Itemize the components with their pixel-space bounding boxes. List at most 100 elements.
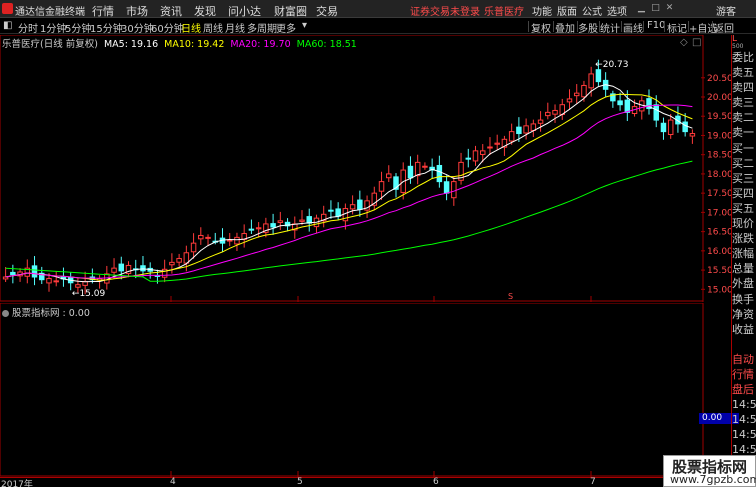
indicator-header: 股票指标网 : 0.00 [2, 305, 90, 319]
menu-item-trade[interactable]: 交易 [316, 3, 338, 19]
candle-up [414, 161, 421, 177]
menu-bar: 通达信金融终端 行情 市场 资讯 发现 问小达 财富圈 交易 证券交易未登录 乐… [0, 0, 756, 18]
sidebar-toggle-icon[interactable]: ◧ [3, 20, 12, 31]
close-icon[interactable]: ✕ [664, 3, 675, 14]
quote-row[interactable]: 行情 [732, 367, 756, 382]
price-chart[interactable]: ←20.73 ←15.09 S 乐普医疗(日线 前复权) MA5: 19.16 MA… [0, 34, 704, 302]
ma20-value: MA20: 19.70 [230, 39, 291, 50]
menu-item-wealth[interactable]: 财富圈 [274, 3, 307, 19]
quote-row: 外盘 [732, 277, 754, 291]
candle-down [465, 157, 472, 160]
candle-up [205, 236, 211, 239]
menu-item-quotes[interactable]: 行情 [92, 3, 114, 19]
menu-item-news[interactable]: 资讯 [160, 3, 182, 19]
menu-item-formula[interactable]: 公式 [582, 3, 602, 18]
quote-row: 买三 [732, 171, 754, 185]
tool-adjust[interactable]: 复权 [531, 20, 551, 35]
tool-mark[interactable]: 标记 [667, 20, 687, 35]
year-label: 2017年 [1, 480, 33, 487]
candle-down [118, 263, 125, 272]
app-logo-icon [2, 3, 13, 14]
ma60-line [5, 160, 693, 282]
date-axis: 2017年 4 5 6 7 [0, 477, 704, 487]
tool-f10[interactable]: F10 [647, 20, 665, 31]
quote-row [732, 337, 756, 352]
candle-up [422, 165, 428, 168]
period-60min[interactable]: 60分钟 [151, 20, 184, 35]
period-multi[interactable]: 多周期 [247, 20, 277, 35]
indicator-dot-icon[interactable] [2, 310, 9, 317]
candle-up [537, 119, 544, 124]
candle-up [508, 131, 515, 142]
candle-up [111, 267, 117, 273]
candle-up [190, 242, 197, 253]
quote-row[interactable]: 自动 [732, 352, 756, 367]
menu-item-market[interactable]: 市场 [126, 3, 148, 19]
period-15min[interactable]: 15分钟 [90, 20, 123, 35]
candle-up [472, 150, 479, 162]
candle-up [75, 284, 81, 288]
menu-item-ask[interactable]: 问小达 [228, 3, 261, 19]
y-tick-label: 19.00 [707, 131, 731, 141]
period-intraday[interactable]: 分时 [18, 20, 38, 35]
settings-icon[interactable]: ◇ [680, 37, 688, 48]
period-5min[interactable]: 5分钟 [65, 20, 91, 35]
y-tick-label: 20.00 [707, 93, 731, 103]
menu-item-discover[interactable]: 发现 [194, 3, 216, 19]
dropdown-arrow-icon[interactable]: ▾ [302, 20, 307, 31]
toolbar-divider [664, 21, 665, 32]
candle-up [234, 236, 240, 245]
tool-draw[interactable]: 画线 [623, 20, 643, 35]
period-30min[interactable]: 30分钟 [121, 20, 154, 35]
quote-row: 卖三 [732, 96, 754, 110]
candle-down [624, 99, 631, 113]
quote-row: 买四 [732, 186, 754, 200]
candle-up [479, 150, 486, 155]
menu-item-functions[interactable]: 功能 [532, 3, 552, 18]
y-tick-label: 16.50 [707, 228, 731, 238]
candle-up [226, 239, 233, 242]
quote-row: 现价 [732, 217, 754, 231]
period-monthly[interactable]: 月线 [225, 20, 245, 35]
indicator-panel[interactable]: 股票指标网 : 0.00 0.00 [0, 302, 739, 477]
period-weekly[interactable]: 周线 [203, 20, 223, 35]
quote-row: 换手 [732, 292, 754, 306]
toolbar-divider [712, 21, 713, 32]
quote-row: 14:50 [732, 398, 756, 412]
tool-stats[interactable]: 统计 [600, 20, 620, 35]
minimize-icon[interactable]: ▁ [636, 3, 647, 14]
month-label: 5 [297, 477, 303, 487]
indicator-label: 股票指标网 : 0.00 [12, 308, 90, 319]
candlestick-chart: ←20.73 ←15.09 S [0, 34, 704, 302]
guest-user[interactable]: 游客 [716, 3, 736, 18]
candle-up [588, 73, 594, 89]
login-notice[interactable]: 证券交易未登录 [410, 3, 480, 18]
menu-item-layout[interactable]: 版面 [557, 3, 577, 18]
candle-up [566, 98, 573, 103]
tool-overlay[interactable]: 叠加 [555, 20, 575, 35]
app-name: 通达信金融终端 [15, 7, 85, 18]
quote-row: 涨跌 [732, 232, 754, 246]
candle-down [335, 208, 341, 217]
ma5-value: MA5: 19.16 [103, 39, 159, 50]
quote-rows: 委比 卖五 卖四 卖三 卖二 卖一 买一 买二 买三 买四 买五 现价 涨跌 涨幅 总量 外盘 换手 净资 收益 自动… [732, 50, 756, 487]
candle-down [682, 121, 688, 133]
period-daily[interactable]: 日线 [181, 20, 201, 35]
period-more[interactable]: 更多 [276, 20, 296, 35]
candle-up [349, 204, 356, 210]
period-1min[interactable]: 1分钟 [40, 20, 66, 35]
tool-back[interactable]: 返回 [714, 20, 734, 35]
tool-multi-stock[interactable]: 多股 [578, 20, 598, 35]
ma20-line [5, 104, 693, 279]
y-tick-label: 15.00 [707, 285, 731, 295]
quote-row: 买一 [732, 141, 754, 155]
candle-up [2, 276, 9, 280]
candle-up [378, 181, 385, 192]
menu-item-options[interactable]: 选项 [607, 3, 627, 18]
maximize-icon[interactable]: □ [650, 3, 661, 14]
quote-row: 14:50 [732, 428, 756, 442]
indicator-frame [0, 302, 704, 477]
quote-row[interactable]: 盘后 [732, 382, 756, 397]
y-tick-label: 17.00 [707, 208, 731, 218]
quote-row: 总量 [732, 262, 754, 276]
